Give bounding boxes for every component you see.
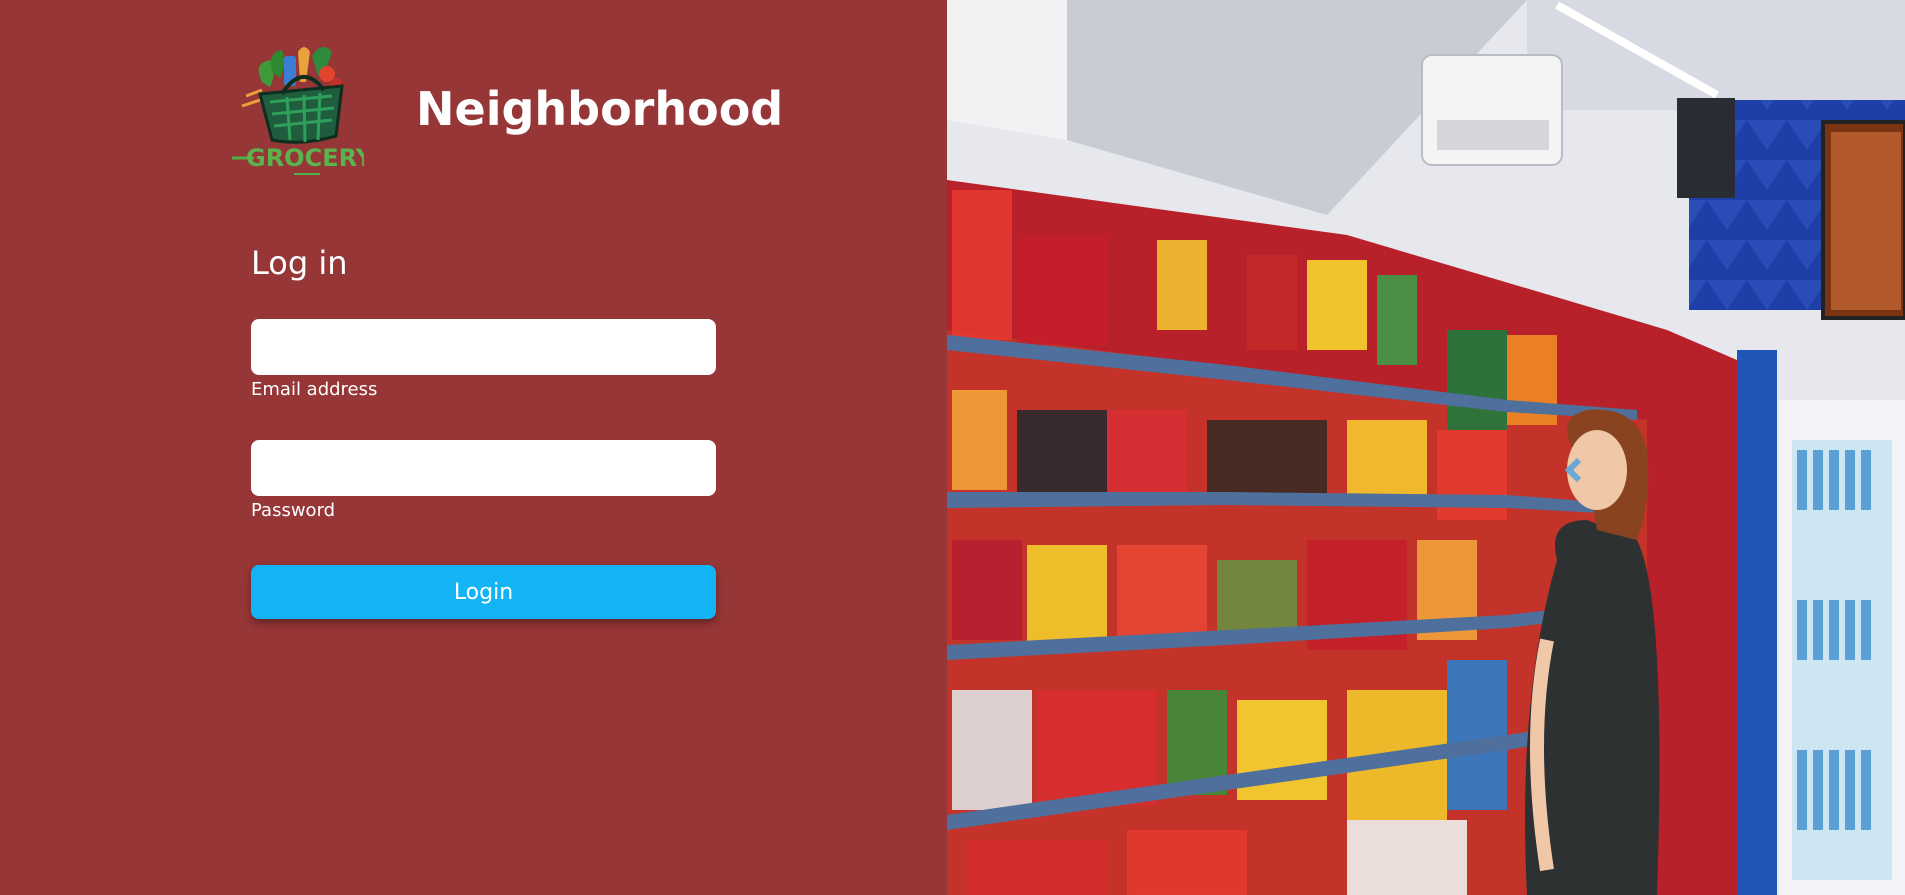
login-page: GROCERY Neighborhood Log in Email addres… bbox=[0, 0, 1905, 895]
login-button[interactable]: Login bbox=[251, 565, 716, 619]
brand-title: Neighborhood bbox=[416, 82, 784, 136]
logo-wordmark: GROCERY bbox=[246, 144, 364, 172]
password-field[interactable] bbox=[251, 440, 716, 496]
email-label: Email address bbox=[251, 379, 378, 400]
email-field[interactable] bbox=[251, 319, 716, 375]
grocery-basket-icon: GROCERY bbox=[232, 46, 374, 175]
password-label: Password bbox=[251, 500, 336, 521]
hero-image bbox=[947, 0, 1905, 895]
login-panel: GROCERY Neighborhood Log in Email addres… bbox=[0, 0, 947, 895]
login-heading: Log in bbox=[251, 244, 348, 282]
grocery-logo: GROCERY bbox=[232, 42, 374, 177]
grocery-aisle-photo bbox=[947, 0, 1905, 895]
